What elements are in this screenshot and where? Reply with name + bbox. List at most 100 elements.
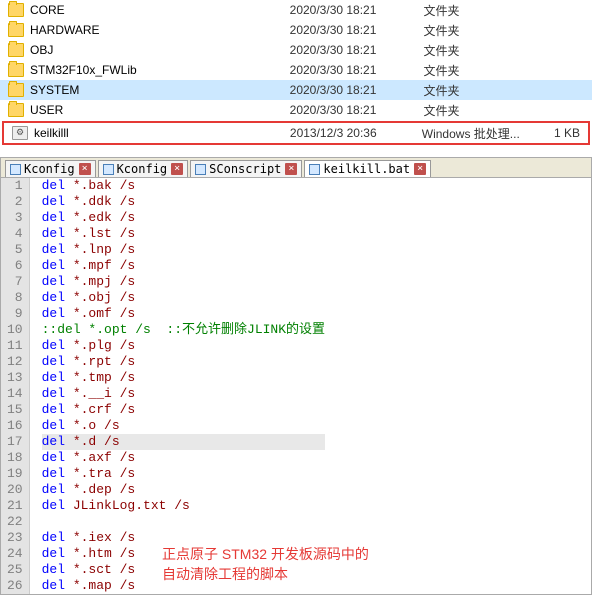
file-name: STM32F10x_FWLib (30, 63, 290, 77)
folder-icon (8, 43, 24, 57)
file-icon (103, 164, 114, 175)
line-number: 23 (7, 530, 23, 546)
code-line: del *.lst /s (42, 226, 325, 242)
folder-icon (8, 103, 24, 117)
close-icon[interactable]: × (285, 163, 297, 175)
line-number: 8 (7, 290, 23, 306)
code-line: del *.lnp /s (42, 242, 325, 258)
code-line: del *.ddk /s (42, 194, 325, 210)
line-number: 7 (7, 274, 23, 290)
close-icon[interactable]: × (171, 163, 183, 175)
file-date: 2020/3/30 18:21 (290, 23, 424, 37)
editor-tab[interactable]: SConscript× (190, 160, 302, 177)
code-line: del *.iex /s (42, 530, 325, 546)
line-number: 4 (7, 226, 23, 242)
file-date: 2013/12/3 20:36 (290, 126, 422, 140)
code-line: del *.mpf /s (42, 258, 325, 274)
bat-file-icon (12, 126, 28, 140)
file-date: 2020/3/30 18:21 (290, 83, 424, 97)
file-date: 2020/3/30 18:21 (290, 103, 424, 117)
code-line: del *.d /s (42, 434, 325, 450)
line-number: 14 (7, 386, 23, 402)
close-icon[interactable]: × (414, 163, 426, 175)
file-name: SYSTEM (30, 83, 290, 97)
folder-icon (8, 63, 24, 77)
line-number: 20 (7, 482, 23, 498)
line-number: 6 (7, 258, 23, 274)
file-date: 2020/3/30 18:21 (290, 3, 424, 17)
tab-bar: Kconfig×Kconfig×SConscript×keilkill.bat× (1, 158, 591, 178)
file-row[interactable]: keilkilll 2013/12/3 20:36 Windows 批处理...… (4, 123, 588, 143)
line-number: 22 (7, 514, 23, 530)
highlighted-file-box: keilkilll 2013/12/3 20:36 Windows 批处理...… (2, 121, 590, 145)
folder-icon (8, 23, 24, 37)
line-number: 2 (7, 194, 23, 210)
file-type: Windows 批处理... (422, 125, 539, 142)
code-line: del *.crf /s (42, 402, 325, 418)
editor-tab[interactable]: Kconfig × (5, 160, 96, 177)
annotation-line-2: 自动清除工程的脚本 (162, 565, 369, 585)
code-line: del *.plg /s (42, 338, 325, 354)
line-number: 3 (7, 210, 23, 226)
code-line: del *.dep /s (42, 482, 325, 498)
file-name: keilkilll (34, 126, 290, 140)
line-gutter: 1234567891011121314151617181920212223242… (1, 178, 30, 594)
code-area[interactable]: del *.bak /sdel *.ddk /sdel *.edk /sdel … (30, 178, 325, 594)
file-size: 1 KB (539, 126, 588, 140)
editor-tab[interactable]: Kconfig× (98, 160, 189, 177)
file-icon (309, 164, 320, 175)
line-number: 11 (7, 338, 23, 354)
code-line: del JLinkLog.txt /s (42, 498, 325, 514)
line-number: 1 (7, 178, 23, 194)
tab-label: Kconfig (24, 162, 75, 176)
file-type: 文件夹 (423, 22, 542, 39)
line-number: 24 (7, 546, 23, 562)
line-number: 25 (7, 562, 23, 578)
code-line: del *.omf /s (42, 306, 325, 322)
code-line: del *.edk /s (42, 210, 325, 226)
line-number: 21 (7, 498, 23, 514)
file-row[interactable]: OBJ2020/3/30 18:21文件夹 (0, 40, 592, 60)
file-row[interactable]: STM32F10x_FWLib2020/3/30 18:21文件夹 (0, 60, 592, 80)
tab-label: Kconfig (117, 162, 168, 176)
file-name: HARDWARE (30, 23, 290, 37)
file-row[interactable]: HARDWARE2020/3/30 18:21文件夹 (0, 20, 592, 40)
folder-icon (8, 83, 24, 97)
code-line: del *.tra /s (42, 466, 325, 482)
line-number: 5 (7, 242, 23, 258)
folder-icon (8, 3, 24, 17)
file-type: 文件夹 (423, 2, 542, 19)
code-line (42, 514, 325, 530)
line-number: 17 (7, 434, 23, 450)
file-name: USER (30, 103, 290, 117)
editor-wrap: Kconfig×Kconfig×SConscript×keilkill.bat×… (0, 157, 592, 595)
code-line: del *.mpj /s (42, 274, 325, 290)
file-type: 文件夹 (423, 82, 542, 99)
file-type: 文件夹 (423, 42, 542, 59)
annotation-line-1: 正点原子 STM32 开发板源码中的 (162, 545, 369, 565)
line-number: 19 (7, 466, 23, 482)
file-type: 文件夹 (423, 102, 542, 119)
code-line: del *.o /s (42, 418, 325, 434)
file-row[interactable]: SYSTEM2020/3/30 18:21文件夹 (0, 80, 592, 100)
file-date: 2020/3/30 18:21 (290, 43, 424, 57)
red-annotation: 正点原子 STM32 开发板源码中的 自动清除工程的脚本 (162, 545, 369, 584)
file-icon (10, 164, 21, 175)
file-name: CORE (30, 3, 290, 17)
line-number: 16 (7, 418, 23, 434)
file-row[interactable]: USER2020/3/30 18:21文件夹 (0, 100, 592, 120)
code-line: del *.__i /s (42, 386, 325, 402)
close-icon[interactable]: × (79, 163, 91, 175)
file-type: 文件夹 (423, 62, 542, 79)
code-line: del *.bak /s (42, 178, 325, 194)
line-number: 13 (7, 370, 23, 386)
code-line: del *.tmp /s (42, 370, 325, 386)
code-body: 1234567891011121314151617181920212223242… (1, 178, 591, 594)
line-number: 18 (7, 450, 23, 466)
line-number: 10 (7, 322, 23, 338)
file-row[interactable]: CORE2020/3/30 18:21文件夹 (0, 0, 592, 20)
editor-tab[interactable]: keilkill.bat × (304, 160, 431, 177)
tab-label: keilkill.bat (323, 162, 410, 176)
line-number: 15 (7, 402, 23, 418)
file-list: CORE2020/3/30 18:21文件夹HARDWARE2020/3/30 … (0, 0, 592, 120)
